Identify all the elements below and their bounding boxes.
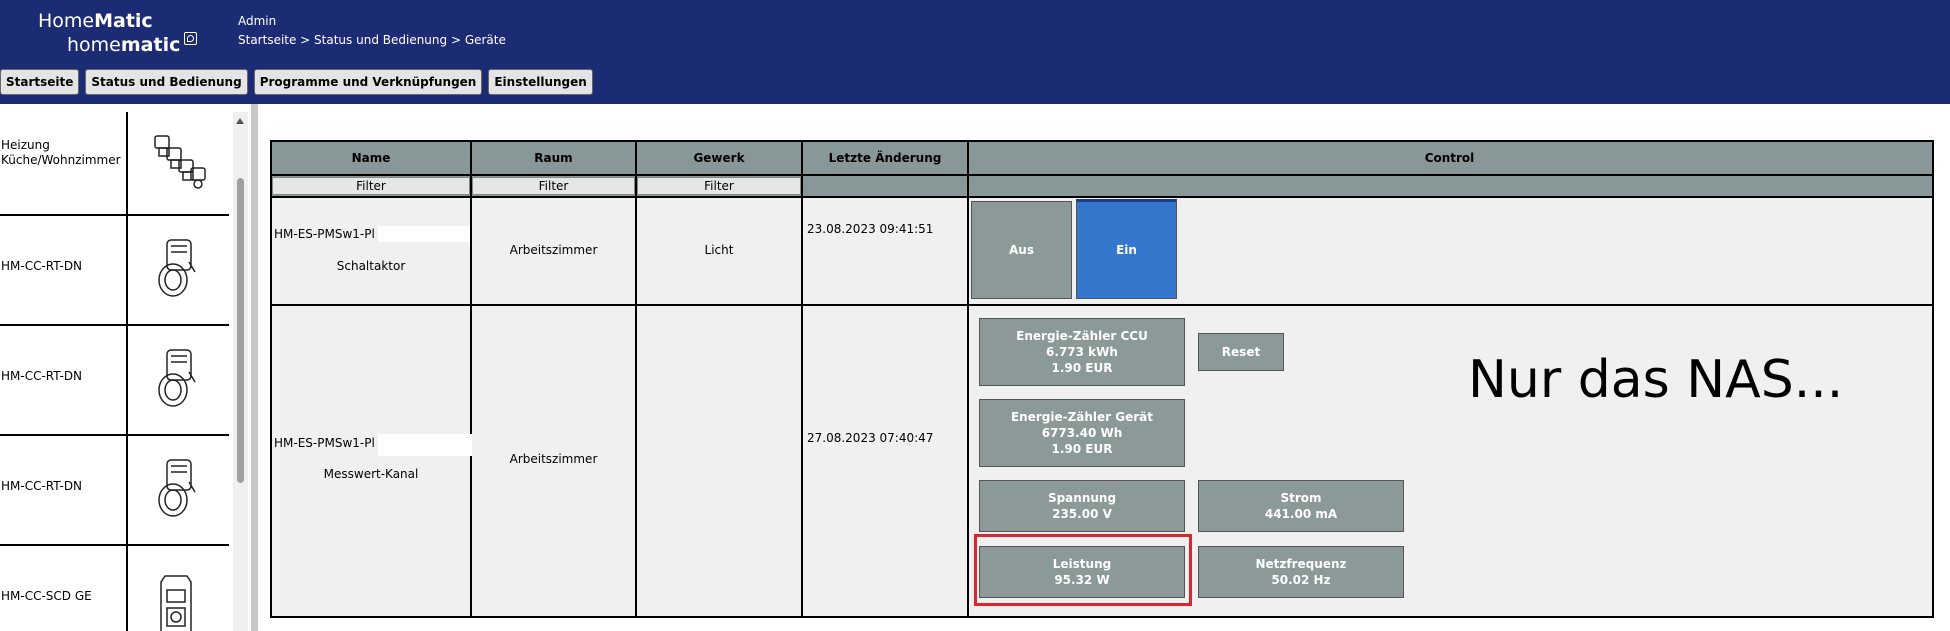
logo-homematic-ip: homematic: [67, 32, 198, 56]
list-item[interactable]: HM-CC-RT-DN: [0, 326, 229, 436]
breadcrumb: Startseite > Status und Bedienung > Gerä…: [238, 33, 506, 47]
menu-programme-button[interactable]: Programme und Verknüpfungen: [253, 69, 483, 95]
power-highlight-box: [974, 534, 1192, 606]
list-item[interactable]: HM-CC-SCD GE: [0, 546, 229, 631]
voltage-tile[interactable]: Spannung 235.00 V: [979, 480, 1185, 532]
energy-counter-ccu-tile[interactable]: Energie-Zähler CCU 6.773 kWh 1.90 EUR: [979, 318, 1185, 386]
column-header-raum[interactable]: Raum: [472, 142, 635, 174]
filter-raum-button[interactable]: Filter: [472, 177, 635, 195]
logo-homematic: HomeMatic: [38, 10, 153, 32]
switch-off-button[interactable]: Aus: [971, 201, 1072, 299]
column-header-control: Control: [1424, 151, 1475, 165]
device-name[interactable]: HM-ES-PMSw1-Pl: [274, 436, 375, 450]
column-header-letzte-aenderung[interactable]: Letzte Änderung: [803, 142, 967, 174]
user-name: Admin: [238, 14, 277, 28]
reset-button[interactable]: Reset: [1198, 333, 1284, 371]
last-change: 27.08.2023 07:40:47: [807, 431, 934, 445]
menu-startseite-button[interactable]: Startseite: [0, 69, 80, 95]
channel-name: Schaltaktor: [336, 259, 406, 273]
homematic-ip-icon: [184, 32, 198, 45]
filter-gewerk-button[interactable]: Filter: [637, 177, 801, 195]
heating-group-icon: [126, 112, 230, 214]
device-list-scrollbar[interactable]: [233, 112, 248, 631]
radiator-thermostat-icon: [126, 436, 230, 544]
menu-einstellungen-button[interactable]: Einstellungen: [488, 69, 593, 95]
device-name: Heizung Küche/Wohnzimmer: [1, 138, 121, 167]
annotation-text: Nur das NAS...: [1468, 350, 1844, 410]
device-name: HM-CC-RT-DN: [1, 479, 83, 493]
channel-name: Messwert-Kanal: [323, 467, 419, 481]
list-item[interactable]: HM-CC-RT-DN: [0, 436, 229, 546]
device-name: HM-CC-RT-DN: [1, 259, 83, 273]
main-menu: Startseite Status und Bedienung Programm…: [0, 69, 599, 95]
device-list: Heizung Küche/Wohnzimmer HM-CC-RT-DN HM-…: [0, 112, 232, 631]
pane-divider[interactable]: [251, 104, 258, 631]
list-item[interactable]: HM-CC-RT-DN: [0, 216, 229, 326]
column-header-name[interactable]: Name: [272, 142, 470, 174]
switch-on-button[interactable]: Ein: [1076, 199, 1177, 299]
list-item[interactable]: Heizung Küche/Wohnzimmer: [0, 112, 229, 216]
room-name: Arbeitszimmer: [509, 243, 598, 257]
scroll-up-icon[interactable]: [236, 118, 244, 124]
radiator-thermostat-icon: [126, 326, 230, 434]
co2-sensor-icon: [126, 546, 230, 631]
radiator-thermostat-icon: [126, 216, 230, 324]
energy-counter-device-tile[interactable]: Energie-Zähler Gerät 6773.40 Wh 1.90 EUR: [979, 399, 1185, 467]
current-tile[interactable]: Strom 441.00 mA: [1198, 480, 1404, 532]
scroll-thumb[interactable]: [237, 178, 244, 483]
frequency-tile[interactable]: Netzfrequenz 50.02 Hz: [1198, 546, 1404, 598]
device-name: HM-CC-SCD GE: [1, 589, 92, 603]
filter-name-button[interactable]: Filter: [272, 177, 470, 195]
menu-status-button[interactable]: Status und Bedienung: [85, 69, 248, 95]
room-name: Arbeitszimmer: [509, 452, 598, 466]
last-change: 23.08.2023 09:41:51: [807, 222, 934, 236]
device-name: HM-CC-RT-DN: [1, 369, 83, 383]
column-header-gewerk[interactable]: Gewerk: [637, 142, 801, 174]
device-name[interactable]: HM-ES-PMSw1-Pl: [274, 227, 375, 241]
trade-name: Licht: [704, 243, 734, 257]
